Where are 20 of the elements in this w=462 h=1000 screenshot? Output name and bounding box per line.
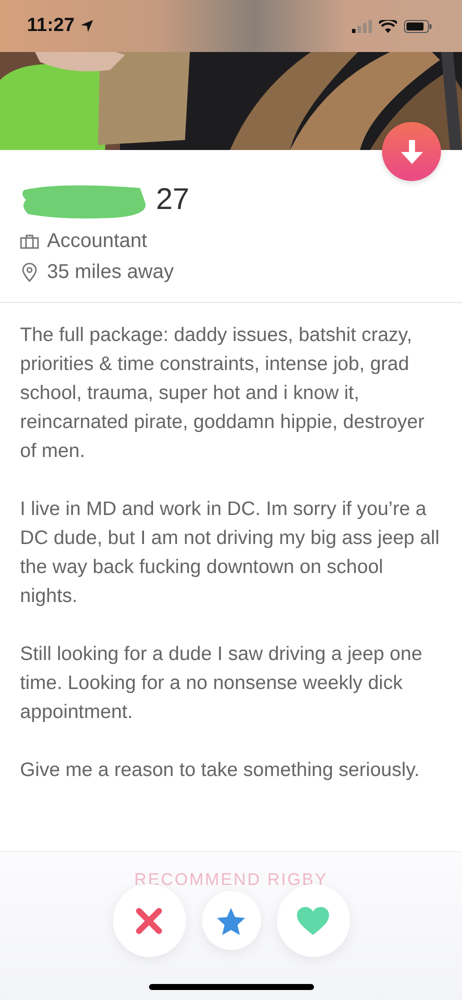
location-pin-icon xyxy=(20,263,39,282)
collapse-button[interactable] xyxy=(382,122,441,181)
arrow-down-icon xyxy=(400,138,424,164)
profile-distance: 35 miles away xyxy=(47,261,174,284)
star-icon xyxy=(216,906,246,934)
location-arrow-icon xyxy=(80,19,94,33)
briefcase-icon xyxy=(20,234,39,249)
bio-paragraph: The full package: daddy issues, batshit crazy, priorities & time constraints, intense job, grad school, trauma, super hot and i know it, reincarnated pirate, goddamn hippie, destroyer of men. xyxy=(20,323,426,464)
recommend-heading: RECOMMEND RIGBY xyxy=(134,870,328,890)
bio-paragraph: Give me a reason to take something seriously. xyxy=(20,758,421,783)
profile-age: 27 xyxy=(156,183,190,217)
bio-paragraph: I live in MD and work in DC. Im sorry if you’re a DC dude, but I am not driving my big ass jeep all the way back fucking downtown on school nights. xyxy=(20,497,440,609)
profile-job: Accountant xyxy=(47,230,148,253)
close-icon xyxy=(135,906,163,934)
heart-icon xyxy=(296,906,330,936)
status-time: 11:27 xyxy=(27,15,75,37)
signal-icon xyxy=(352,20,372,32)
bio-paragraph: Still looking for a dude I saw driving a jeep one time. Looking for a no nonsense weekly dick appointment. xyxy=(20,642,424,725)
wifi-icon xyxy=(379,20,397,32)
battery-icon xyxy=(404,20,432,32)
